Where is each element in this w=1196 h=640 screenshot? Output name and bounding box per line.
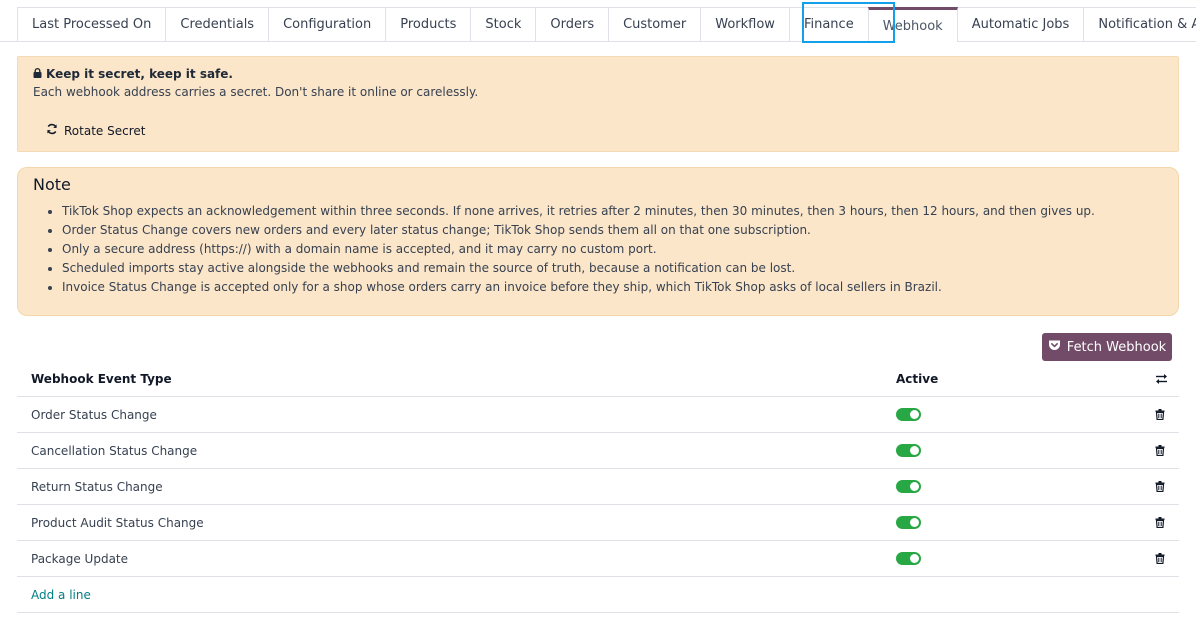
active-cell bbox=[896, 433, 921, 468]
tab-workflow[interactable]: Workflow bbox=[700, 7, 790, 41]
active-toggle[interactable] bbox=[896, 444, 921, 457]
toggle-knob bbox=[910, 554, 919, 563]
table-row[interactable]: Return Status Change bbox=[17, 469, 1179, 505]
note-item: Order Status Change covers new orders an… bbox=[62, 221, 1095, 240]
trash-icon[interactable] bbox=[1155, 505, 1165, 540]
tab-automatic-jobs[interactable]: Automatic Jobs bbox=[956, 7, 1085, 41]
sliders-icon[interactable] bbox=[1155, 362, 1168, 396]
refresh-icon bbox=[46, 123, 58, 138]
tab-last-processed-on[interactable]: Last Processed On bbox=[17, 7, 167, 41]
tab-stock[interactable]: Stock bbox=[470, 7, 537, 41]
rotate-secret-label: Rotate Secret bbox=[64, 123, 146, 138]
header-active[interactable]: Active bbox=[896, 362, 938, 396]
note-item: Only a secure address (https://) with a … bbox=[62, 240, 1095, 259]
trash-icon[interactable] bbox=[1155, 397, 1165, 432]
active-toggle[interactable] bbox=[896, 408, 921, 421]
event-type-cell: Cancellation Status Change bbox=[31, 443, 198, 458]
table-row[interactable]: Product Audit Status Change bbox=[17, 505, 1179, 541]
active-toggle[interactable] bbox=[896, 480, 921, 493]
tab-bar: Last Processed On Credentials Configurat… bbox=[17, 7, 1196, 42]
note-list: TikTok Shop expects an acknowledgement w… bbox=[33, 202, 1095, 297]
webhook-table: Webhook Event Type Active Order Status C… bbox=[17, 362, 1179, 613]
active-cell bbox=[896, 469, 921, 504]
tab-configuration[interactable]: Configuration bbox=[268, 7, 387, 41]
fetch-webhook-label: Fetch Webhook bbox=[1066, 339, 1167, 355]
tab-customer[interactable]: Customer bbox=[608, 7, 702, 41]
table-row[interactable]: Package Update bbox=[17, 541, 1179, 577]
table-header-row: Webhook Event Type Active bbox=[17, 362, 1179, 397]
fetch-webhook-button[interactable]: Fetch Webhook bbox=[1042, 333, 1172, 361]
toggle-knob bbox=[910, 518, 919, 527]
tab-credentials[interactable]: Credentials bbox=[165, 7, 270, 41]
secret-alert-text: Each webhook address carries a secret. D… bbox=[33, 85, 479, 99]
event-type-cell: Package Update bbox=[31, 551, 129, 566]
active-toggle[interactable] bbox=[896, 516, 921, 529]
tab-finance[interactable]: Finance bbox=[788, 7, 869, 41]
active-cell bbox=[896, 397, 921, 432]
tabs-divider bbox=[0, 41, 1196, 42]
tab-orders[interactable]: Orders bbox=[535, 7, 610, 41]
note-item: TikTok Shop expects an acknowledgement w… bbox=[62, 202, 1095, 221]
add-line-link[interactable]: Add a line bbox=[31, 577, 91, 612]
event-type-cell: Order Status Change bbox=[31, 407, 157, 422]
note-title: Note bbox=[33, 175, 71, 194]
header-event-type[interactable]: Webhook Event Type bbox=[31, 362, 172, 396]
secret-alert-title: Keep it secret, keep it safe. bbox=[46, 67, 233, 81]
pocket-icon bbox=[1048, 339, 1061, 355]
toggle-knob bbox=[910, 482, 919, 491]
trash-icon[interactable] bbox=[1155, 433, 1165, 468]
secret-alert-heading: Keep it secret, keep it safe. bbox=[33, 67, 233, 81]
note-item: Scheduled imports stay active alongside … bbox=[62, 259, 1095, 278]
add-line-row: Add a line bbox=[17, 577, 1179, 613]
note-alert: Note TikTok Shop expects an acknowledgem… bbox=[17, 167, 1179, 316]
note-item: Invoice Status Change is accepted only f… bbox=[62, 278, 1095, 297]
toggle-knob bbox=[910, 446, 919, 455]
lock-icon bbox=[33, 67, 42, 81]
secret-alert: Keep it secret, keep it safe. Each webho… bbox=[17, 56, 1179, 152]
table-row[interactable]: Cancellation Status Change bbox=[17, 433, 1179, 469]
table-row[interactable]: Order Status Change bbox=[17, 397, 1179, 433]
event-type-cell: Product Audit Status Change bbox=[31, 515, 204, 530]
trash-icon[interactable] bbox=[1155, 541, 1165, 576]
tab-webhook[interactable]: Webhook bbox=[867, 7, 958, 42]
active-cell bbox=[896, 541, 921, 576]
active-toggle[interactable] bbox=[896, 552, 921, 565]
event-type-cell: Return Status Change bbox=[31, 479, 163, 494]
rotate-secret-button[interactable]: Rotate Secret bbox=[46, 123, 145, 138]
trash-icon[interactable] bbox=[1155, 469, 1165, 504]
tab-products[interactable]: Products bbox=[385, 7, 472, 41]
tab-notification-alerts[interactable]: Notification & Alerts bbox=[1083, 7, 1196, 41]
toggle-knob bbox=[910, 410, 919, 419]
active-cell bbox=[896, 505, 921, 540]
